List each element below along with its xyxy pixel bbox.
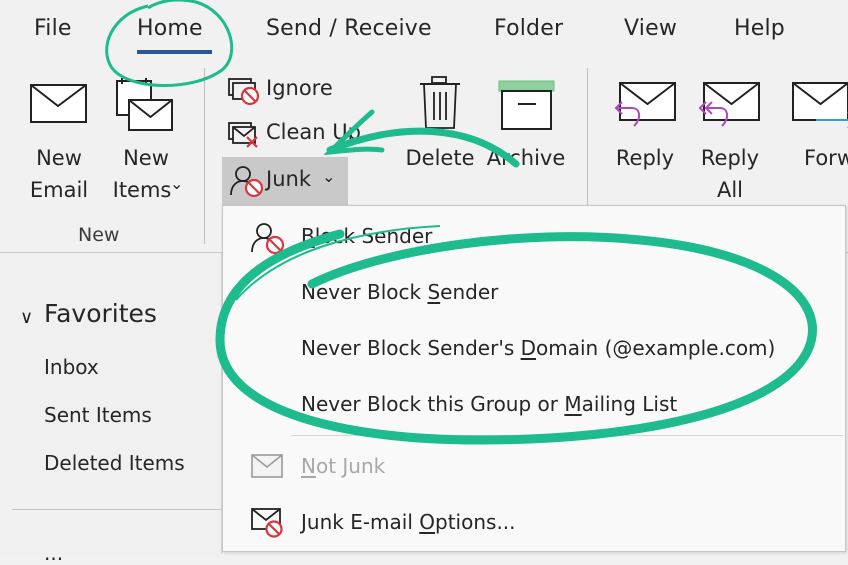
delete-button[interactable]: Delete: [402, 74, 478, 184]
menu-item-label: Block Sender: [301, 224, 433, 248]
not-junk-icon: [251, 454, 283, 478]
archive-button[interactable]: Archive: [484, 74, 568, 184]
block-sender-icon: [230, 166, 264, 198]
reply-icon: [614, 82, 676, 127]
new-items-icon: [116, 78, 173, 131]
reply-all-icon: [698, 82, 760, 127]
nav-divider: [12, 509, 222, 510]
reply-all-button[interactable]: Reply All: [694, 74, 766, 204]
favorites-header[interactable]: Favorites: [44, 299, 157, 328]
junk-button[interactable]: Junk ⌄: [222, 157, 348, 205]
reply-label: Reply: [615, 146, 675, 170]
chevron-down-icon[interactable]: ∨: [20, 307, 33, 328]
tab-help[interactable]: Help: [734, 16, 785, 41]
forward-label: Forward: [804, 146, 848, 170]
junk-label: Junk: [266, 167, 311, 191]
archive-label: Archive: [486, 146, 566, 170]
chevron-down-icon: ⌄: [170, 174, 184, 193]
reply-all-label-2: All: [716, 178, 744, 202]
clean-up-icon: [228, 122, 258, 148]
menu-item-never-block-group[interactable]: Never Block this Group or Mailing List: [223, 378, 845, 432]
clean-up-label: Clean Up: [266, 120, 361, 144]
new-items-button[interactable]: New Items ⌄: [102, 78, 190, 208]
active-tab-indicator: [137, 50, 212, 54]
nav-account-partial[interactable]: ...: [44, 541, 63, 565]
junk-dropdown-menu: Block Sender Never Block Sender Never Bl…: [222, 205, 846, 552]
menu-item-label: Never Block Sender's Domain (@example.co…: [301, 336, 776, 360]
tab-folder[interactable]: Folder: [494, 16, 563, 41]
folder-pane: ∨ Favorites Inbox Sent Items Deleted Ite…: [0, 253, 222, 565]
ignore-label: Ignore: [266, 76, 333, 100]
new-email-label-2: Email: [29, 178, 89, 202]
group-divider: [204, 68, 205, 244]
archive-icon: [498, 80, 555, 130]
tab-home[interactable]: Home: [137, 16, 203, 41]
annotation-circle-home: [105, 0, 234, 87]
trash-icon: [420, 76, 460, 129]
reply-button[interactable]: Reply: [610, 74, 680, 194]
menu-item-label: Never Block Sender: [301, 280, 499, 304]
reply-all-label-1: Reply: [700, 146, 760, 170]
new-email-label-1: New: [36, 146, 82, 170]
menu-item-label: Never Block this Group or Mailing List: [301, 392, 678, 416]
menu-separator: [291, 435, 843, 436]
menu-item-not-junk: Not Junk: [223, 440, 845, 494]
nav-item-inbox[interactable]: Inbox: [44, 355, 99, 379]
tab-file[interactable]: File: [34, 16, 72, 41]
new-email-button[interactable]: New Email: [20, 78, 98, 208]
ignore-button[interactable]: Ignore: [226, 74, 346, 108]
menu-item-never-block-sender[interactable]: Never Block Sender: [223, 266, 845, 320]
delete-label: Delete: [405, 146, 475, 170]
forward-button[interactable]: Forward: [776, 74, 848, 194]
clean-up-button[interactable]: Clean Up: [226, 118, 376, 152]
menu-item-block-sender[interactable]: Block Sender: [223, 210, 845, 264]
block-sender-icon: [251, 223, 285, 255]
envelope-icon: [30, 84, 87, 123]
tab-view[interactable]: View: [624, 16, 677, 41]
menu-item-label: Junk E-mail Options...: [301, 510, 516, 534]
menu-item-label: Not Junk: [301, 454, 386, 478]
forward-icon: [792, 82, 848, 128]
group-label-new: New: [78, 224, 120, 246]
new-items-label-1: New: [123, 146, 169, 170]
menu-item-junk-email-options[interactable]: Junk E-mail Options...: [223, 496, 845, 550]
ignore-icon: [228, 78, 260, 106]
nav-item-deleted-items[interactable]: Deleted Items: [44, 451, 185, 475]
tab-send-receive[interactable]: Send / Receive: [266, 16, 432, 41]
junk-options-icon: [251, 508, 283, 538]
menu-item-never-block-domain[interactable]: Never Block Sender's Domain (@example.co…: [223, 322, 845, 376]
chevron-down-icon: ⌄: [322, 167, 336, 186]
nav-item-sent-items[interactable]: Sent Items: [44, 403, 152, 427]
